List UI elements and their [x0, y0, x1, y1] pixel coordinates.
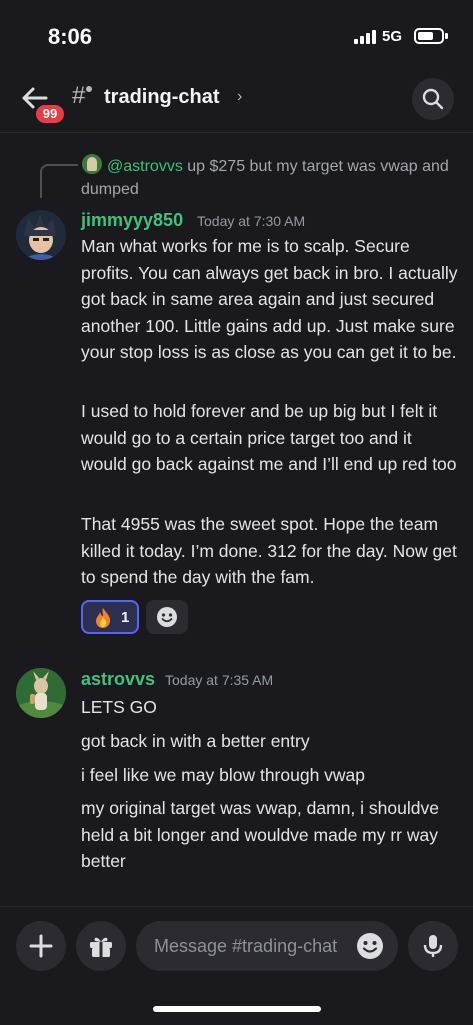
fire-icon: [96, 608, 111, 628]
add-reaction-icon: [157, 607, 177, 627]
gift-button[interactable]: [76, 921, 126, 971]
message-username[interactable]: jimmyyy850: [81, 210, 183, 231]
message-text: That 4955 was the sweet spot. Hope the t…: [81, 514, 457, 587]
message-text: my original target was vwap, damn, i sho…: [81, 798, 439, 871]
message-timestamp: Today at 7:30 AM: [197, 213, 306, 229]
avatar[interactable]: [16, 668, 66, 718]
battery-icon: [414, 28, 444, 44]
unread-badge: 99: [34, 103, 66, 125]
gift-icon: [90, 937, 112, 957]
channel-title[interactable]: trading-chat: [104, 86, 220, 109]
search-button[interactable]: [412, 78, 454, 120]
add-reaction-button[interactable]: [146, 600, 188, 634]
message-input[interactable]: [154, 921, 344, 971]
search-icon: [422, 88, 444, 110]
message-text: LETS GO: [81, 697, 157, 717]
reply-connector: [40, 164, 78, 198]
message-text: I used to hold forever and be up big but…: [81, 401, 457, 474]
chevron-right-icon[interactable]: ›: [237, 88, 242, 106]
message-username[interactable]: astrovvs: [81, 669, 155, 690]
reply-mention[interactable]: @astrovvs: [107, 158, 183, 175]
thread-indicator-icon: [86, 86, 92, 92]
message-timestamp: Today at 7:35 AM: [165, 672, 274, 688]
attach-button[interactable]: [16, 921, 66, 971]
signal-icon: [354, 30, 376, 44]
message-text: got back in with a better entry: [81, 731, 310, 751]
plus-icon: [29, 934, 53, 958]
emoji-icon[interactable]: [356, 932, 384, 960]
reaction-count: 1: [121, 609, 130, 626]
reply-preview[interactable]: @astrovvs up $275 but my target was vwap…: [81, 155, 461, 201]
message-text: Man what works for me is to scalp. Secur…: [81, 236, 458, 362]
message-text: i feel like we may blow through vwap: [81, 765, 366, 785]
user-avatar-image: [16, 668, 66, 718]
channel-hash-icon: #: [72, 82, 86, 109]
voice-button[interactable]: [408, 921, 458, 971]
channel-header: 99 # trading-chat ›: [0, 70, 473, 133]
reaction-fire[interactable]: 1: [81, 600, 139, 634]
user-avatar-image: [16, 210, 66, 260]
battery-tip: [445, 33, 448, 39]
status-bar: 8:06 5G: [0, 0, 473, 70]
microphone-icon: [423, 935, 443, 957]
network-type: 5G: [382, 28, 403, 45]
status-time: 8:06: [48, 24, 93, 49]
avatar[interactable]: [16, 210, 66, 260]
message-input-wrapper: [136, 921, 398, 971]
home-indicator[interactable]: [153, 1006, 321, 1012]
